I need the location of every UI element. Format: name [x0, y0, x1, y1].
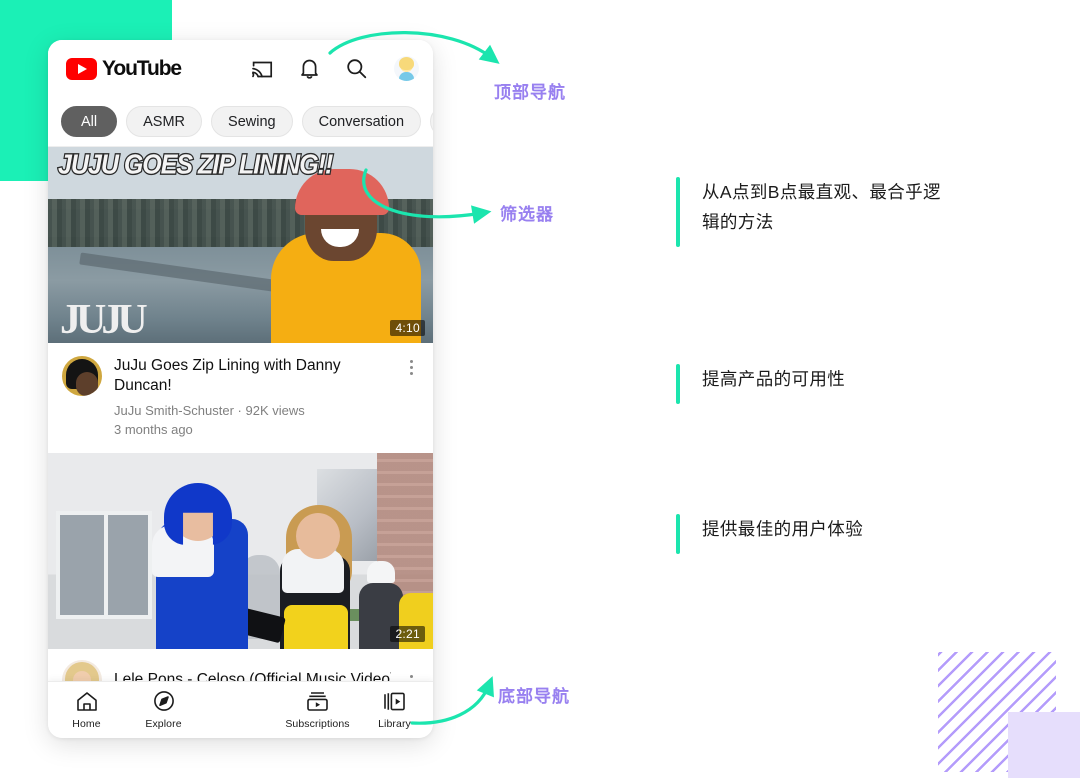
youtube-wordmark: YouTube: [102, 56, 182, 80]
video-options-icon-2[interactable]: [403, 671, 419, 681]
youtube-logo[interactable]: YouTube: [66, 56, 182, 81]
filter-chip-row[interactable]: All ASMR Sewing Conversation TED: [48, 97, 433, 147]
bullet-point-1: 从A点到B点最直观、最合乎逻辑的方法: [676, 177, 952, 247]
annotation-label-top-nav: 顶部导航: [494, 83, 566, 102]
video-meta-1[interactable]: JuJu Goes Zip Lining with Danny Duncan! …: [48, 343, 433, 453]
nav-label-explore: Explore: [145, 718, 182, 730]
bullet-point-3: 提供最佳的用户体验: [676, 514, 863, 554]
thumb2-yellow-sash: [284, 605, 348, 649]
nav-item-library[interactable]: Library: [356, 691, 433, 730]
topbar-icon-group: [252, 56, 419, 81]
bell-icon[interactable]: [300, 58, 319, 79]
chip-conversation[interactable]: Conversation: [301, 106, 422, 137]
phone-mockup: YouTube All ASMR Sewing Conversation JUJ…: [48, 40, 433, 738]
nav-label-library: Library: [378, 717, 411, 730]
chip-asmr[interactable]: ASMR: [126, 106, 203, 137]
video-channel-views-1: JuJu Smith-Schuster · 92K views: [114, 403, 305, 418]
video-duration-2: 2:21: [390, 626, 425, 642]
nav-label-home: Home: [72, 717, 101, 730]
chip-sewing[interactable]: Sewing: [211, 106, 293, 137]
video-meta-text-1: JuJu Goes Zip Lining with Danny Duncan! …: [114, 356, 391, 439]
cast-icon[interactable]: [252, 60, 273, 78]
video-age-1: 3 months ago: [114, 422, 193, 437]
thumb1-headline: JUJU GOES ZIP LINING!!: [57, 148, 335, 182]
subscriptions-icon: [306, 691, 329, 715]
channel-avatar-1[interactable]: [62, 356, 102, 396]
video-meta-text-2: Lele Pons - Celoso (Official Music Video…: [114, 670, 391, 681]
nav-label-subscriptions: Subscriptions: [285, 717, 350, 730]
bullet-text-1: 从A点到B点最直观、最合乎逻辑的方法: [702, 182, 941, 232]
video-meta-2[interactable]: Lele Pons - Celoso (Official Music Video…: [48, 649, 433, 681]
video-duration-1: 4:10: [390, 320, 425, 336]
library-icon: [383, 691, 406, 715]
bottom-navigation: Home Explore Create: [48, 681, 433, 738]
bullet-accent-bar-1: [676, 177, 680, 247]
video-feed[interactable]: JUJU GOES ZIP LINING!! JUJU 4:10 JuJu Go…: [48, 147, 433, 681]
annotation-label-filters: 筛选器: [500, 205, 554, 224]
avatar[interactable]: [394, 56, 419, 81]
home-icon: [76, 691, 98, 715]
bullet-accent-bar-3: [676, 514, 680, 554]
compass-icon: [153, 690, 175, 715]
bullet-accent-bar-2: [676, 364, 680, 404]
thumb1-watermark: JUJU: [60, 297, 148, 343]
thumb1-person: [253, 169, 433, 343]
search-icon[interactable]: [346, 58, 367, 79]
thumb2-girl2-head: [296, 513, 340, 559]
thumb2-doors: [56, 511, 152, 619]
video-thumbnail-1[interactable]: JUJU GOES ZIP LINING!! JUJU 4:10: [48, 147, 433, 343]
channel-avatar-2[interactable]: [62, 660, 102, 681]
bullet-point-2: 提高产品的可用性: [676, 364, 845, 404]
nav-item-home[interactable]: Home: [48, 691, 125, 730]
youtube-topbar: YouTube: [48, 40, 433, 97]
chip-all[interactable]: All: [61, 106, 118, 137]
video-title-2[interactable]: Lele Pons - Celoso (Official Music Video…: [114, 670, 391, 681]
video-options-icon-1[interactable]: [403, 356, 419, 439]
purple-square-decoration: [1008, 712, 1080, 778]
nav-item-subscriptions[interactable]: Subscriptions: [279, 691, 356, 730]
video-thumbnail-2[interactable]: 2:21: [48, 453, 433, 649]
video-title-1[interactable]: JuJu Goes Zip Lining with Danny Duncan!: [114, 356, 391, 396]
youtube-play-icon: [66, 57, 97, 80]
nav-item-explore[interactable]: Explore: [125, 690, 202, 730]
bullet-text-2: 提高产品的可用性: [702, 369, 846, 389]
annotation-label-bottom-nav: 底部导航: [498, 687, 570, 706]
bullet-text-3: 提供最佳的用户体验: [702, 519, 864, 539]
chip-ted[interactable]: TED: [430, 106, 433, 137]
